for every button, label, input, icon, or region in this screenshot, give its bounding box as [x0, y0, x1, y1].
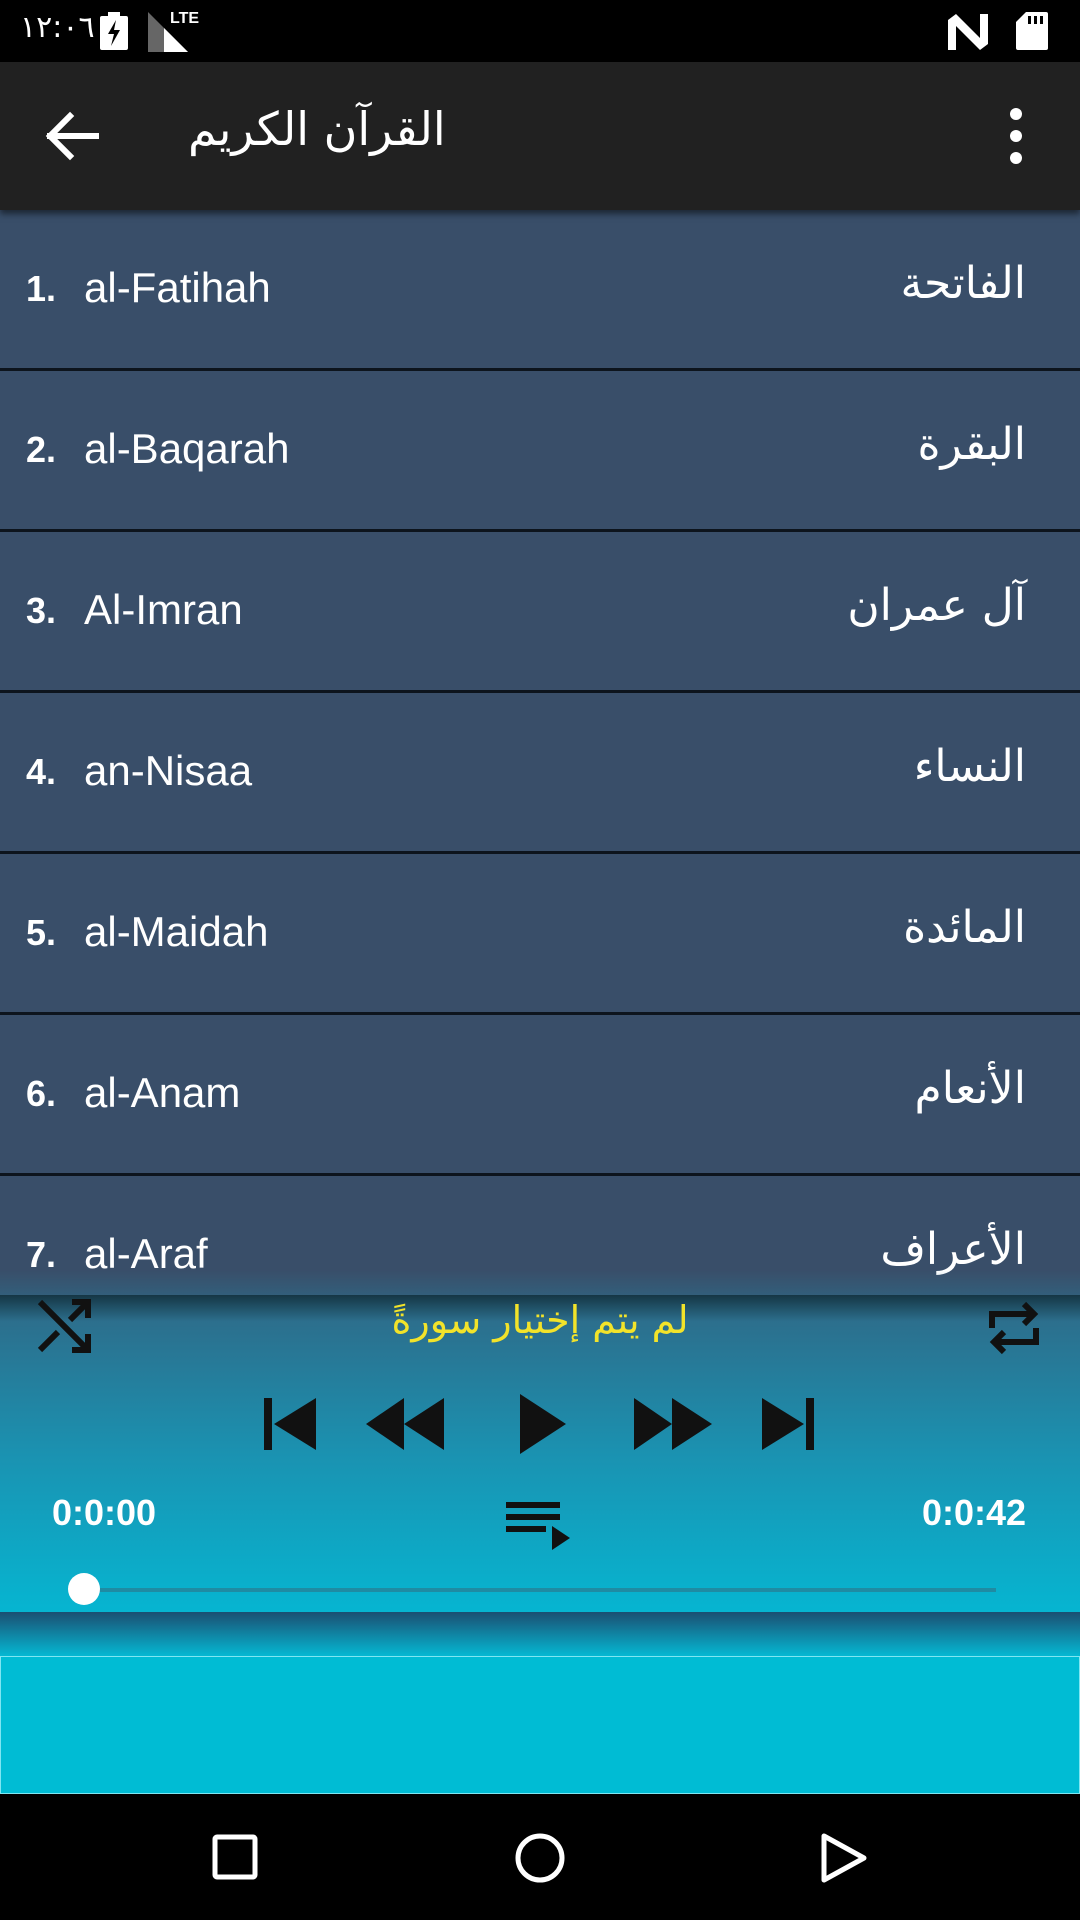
surah-number: 3.	[26, 590, 57, 631]
sd-card-icon	[1016, 12, 1048, 50]
network-label: LTE	[170, 10, 200, 27]
surah-number: 6.	[26, 1073, 57, 1114]
surah-arabic-name: الفاتحة	[900, 258, 1026, 309]
system-nav-bar	[0, 1794, 1080, 1920]
surah-number: 2.	[26, 429, 57, 470]
player-bottom-gradient	[0, 1612, 1080, 1656]
surah-number: 1.	[26, 268, 57, 309]
banner-area[interactable]	[0, 1656, 1080, 1794]
now-playing-status: لم يتم إختيار سورةً	[391, 1298, 689, 1342]
more-vert-icon[interactable]	[990, 102, 1042, 170]
surah-row[interactable]: 5. al-Maidah المائدة	[0, 854, 1080, 1015]
back-triangle-icon[interactable]	[820, 1832, 868, 1884]
surah-row[interactable]: 3. Al-Imran آل عمران	[0, 532, 1080, 693]
battery-charging-icon	[100, 12, 128, 50]
surah-latin-name: al-Anam	[84, 1069, 241, 1116]
rewind-icon[interactable]	[364, 1396, 446, 1452]
surah-arabic-name: الأعراف	[880, 1224, 1026, 1275]
surah-row[interactable]: 4. an-Nisaa النساء	[0, 693, 1080, 854]
status-bar: ١٢:٠٦ LTE	[0, 0, 1080, 62]
play-icon[interactable]	[516, 1390, 568, 1458]
surah-arabic-name: النساء	[913, 741, 1026, 792]
status-time: ١٢:٠٦	[20, 10, 95, 45]
surah-latin-name: al-Fatihah	[84, 264, 271, 311]
surah-number: 4.	[26, 751, 57, 792]
app-bar: القرآن الكريم	[0, 62, 1080, 210]
surah-list: 1. al-Fatihah الفاتحة 2. al-Baqarah البق…	[0, 210, 1080, 1295]
playlist-icon[interactable]	[504, 1500, 572, 1550]
current-time: 0:0:00	[52, 1492, 157, 1533]
arrow-back-icon[interactable]	[40, 102, 108, 170]
page-title: القرآن الكريم	[188, 102, 446, 156]
recents-square-icon[interactable]	[212, 1834, 258, 1880]
skip-next-icon[interactable]	[760, 1396, 816, 1452]
surah-latin-name: al-Baqarah	[84, 425, 290, 472]
surah-row[interactable]: 6. al-Anam الأنعام	[0, 1015, 1080, 1176]
home-circle-icon[interactable]	[514, 1832, 566, 1884]
surah-latin-name: an-Nisaa	[84, 747, 253, 794]
surah-number: 5.	[26, 912, 57, 953]
surah-row[interactable]: 2. al-Baqarah البقرة	[0, 371, 1080, 532]
seek-bar[interactable]	[84, 1588, 996, 1592]
nfc-icon	[948, 14, 988, 50]
surah-latin-name: al-Maidah	[84, 908, 269, 955]
surah-arabic-name: المائدة	[903, 902, 1026, 953]
surah-arabic-name: الأنعام	[914, 1063, 1026, 1114]
repeat-icon[interactable]	[984, 1298, 1044, 1358]
surah-latin-name: Al-Imran	[84, 586, 243, 633]
total-time: 0:0:42	[922, 1492, 1027, 1533]
surah-arabic-name: آل عمران	[847, 580, 1026, 631]
surah-row[interactable]: 1. al-Fatihah الفاتحة	[0, 210, 1080, 371]
surah-arabic-name: البقرة	[917, 419, 1027, 470]
audio-player: لم يتم إختيار سورةً 0:0:00 0:0:42	[0, 1270, 1080, 1612]
fast-forward-icon[interactable]	[632, 1396, 714, 1452]
seek-thumb[interactable]	[68, 1573, 100, 1605]
skip-previous-icon[interactable]	[262, 1396, 318, 1452]
